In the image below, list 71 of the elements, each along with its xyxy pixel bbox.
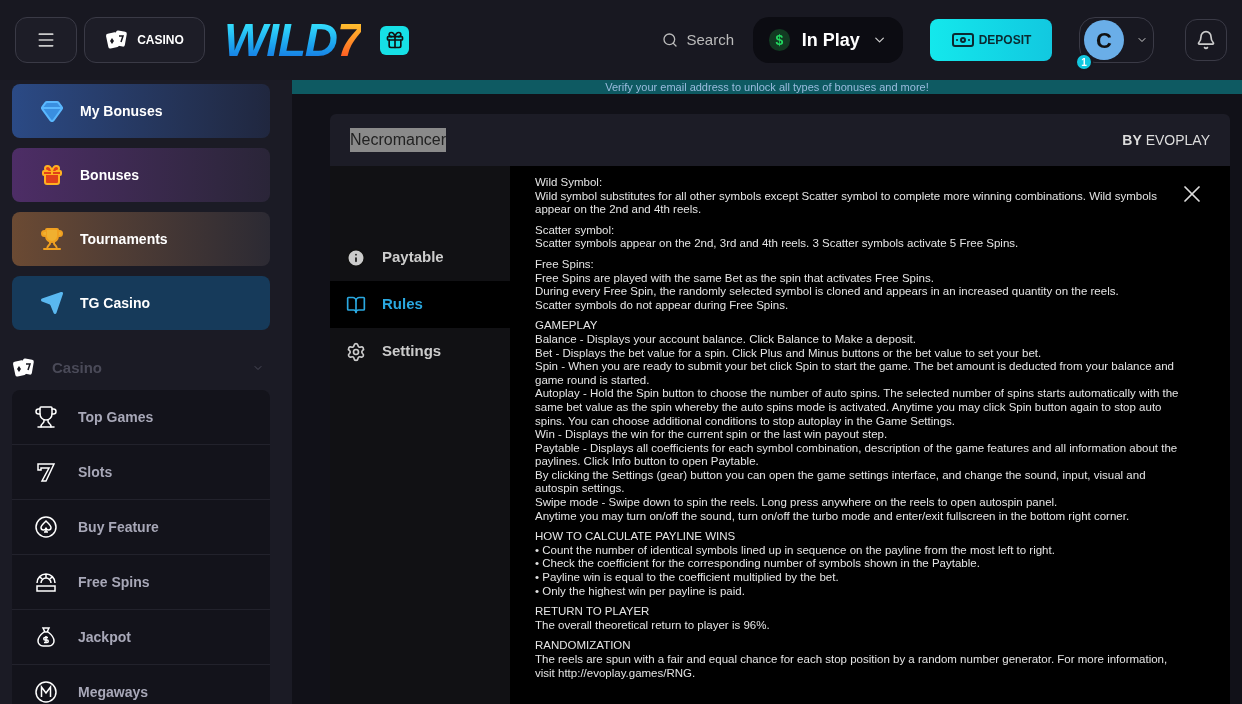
rules-text: • Count the number of identical symbols lined up in sequence on the payline from the most left to right. [535,543,1056,558]
search-icon [662,32,679,48]
rules-menu-tab[interactable]: Rules [330,281,510,328]
menu-button[interactable] [15,17,77,63]
balance-label: In Play [801,28,860,52]
rules-text: Paytable - Displays all coefficients for each symbol combination, description of the game features and all information about the paylines. Click Info button to open Paytable. [535,441,1179,469]
rules-text: Free Spins are played with the same Bet as the spin that activates Free Spins. [535,271,935,286]
gift-icon [40,163,64,187]
m-circle-icon [34,680,58,704]
rules-text: • Only the highest win per payline is paid. [535,584,746,599]
rules-text: Anytime you may turn on/off the sound, turn on/off the turbo mode and enter/exit fullscreen in the bottom right corner. [535,509,1131,524]
balance-dropdown[interactable]: $ In Play [753,17,903,63]
notifications-button[interactable] [1185,19,1227,61]
gift-icon [384,30,405,50]
rules-text: Spin - When you are ready to submit your bet click Spin to start the game. The bet amount is deducted from your balance and game round is started. [535,360,1176,388]
rules-menu-tab[interactable]: Paytable [330,234,510,281]
rules-menu-tab[interactable]: Settings [330,328,510,375]
banner-text: Verify your email address to unlock all types of bonuses and more! [605,80,929,94]
rules-text: Balance - Displays your account balance. Click Balance to Make a deposit. [535,332,917,347]
menu-item[interactable]: Top Games [12,390,270,445]
paper-plane-icon [40,291,64,315]
promo-menu-item[interactable]: Tournaments [12,212,270,266]
rules-heading: RETURN TO PLAYER [535,605,651,619]
rules-text: • Check the coefficient for the corresponding number of symbols shown in the Paytable. [535,557,981,572]
trophy-icon [34,405,58,429]
bell-icon [1196,30,1216,50]
rules-text: By clicking the Settings (gear) button you can open the game settings interface, and change the sound, input, visual and autospin settings. [535,468,1147,497]
rules-heading: HOW TO CALCULATE PAYLINE WINS [535,530,737,544]
rules-text: Bet - Displays the bet value for a spin. Click Plus and Minus buttons or the bet value to set your bet. [535,346,1043,361]
seven-icon [34,460,58,484]
settings-icon [346,341,366,362]
rules-text: The reels are spun with a fair and equal chance for each stop position by a random number generator. For more information, visit http://evoplay.games/RNG. [535,653,1169,681]
rules-text: Swipe mode - Swipe down to spin the reels. Long press anywhere on the reels to open autospin panel. [535,496,1059,510]
rules-text: The overall theoretical return to player is 96%. [535,618,771,633]
rules-heading: Scatter symbol: [535,223,616,238]
menu-item[interactable]: Slots [12,445,270,500]
currency-symbol: $ [769,29,790,51]
menu-icon [36,30,56,50]
search-button[interactable]: Search [662,28,734,52]
game-title: Necromancer [350,128,447,152]
money-bag-icon [34,625,58,649]
rules-text: • Payline win is equal to the coefficient multiplied by the bet. [535,571,840,585]
rules-text: Wild symbol substitutes for all other symbols except Scatter symbol to complete more winning combinations. Wild symbols appear on the 2nd and 4th reels. [535,189,1158,217]
menu-item[interactable]: Buy Feature [12,500,270,555]
rules-text: Scatter symbols do not appear during Free Spins. [535,298,790,313]
trophy-icon [40,227,64,251]
deposit-button[interactable]: DEPOSIT [930,19,1052,61]
rules-text: Scatter symbols appear on the 2nd, 3rd and 4th reels. 3 Scatter symbols activate 5 Free Spins. [535,237,1020,251]
menu-item[interactable]: Megaways [12,665,270,704]
avatar: C [1084,20,1124,60]
casino-button[interactable]: CASINO [84,17,205,63]
rules-text: During every Free Spin, the randomly selected symbol is cloned and appears in an increased quantity on the reels. [535,285,1120,299]
promo-menu-item[interactable]: My Bonuses [12,84,270,138]
spade-circle-icon [34,515,58,539]
promo-menu-item[interactable]: Bonuses [12,148,270,202]
diamond-icon [40,99,64,123]
book-icon [346,294,366,315]
rules-heading: RANDOMIZATION [535,639,632,653]
provider-label: BY EVOPLAY [1122,130,1210,150]
menu-item[interactable]: Jackpot [12,610,270,665]
rules-heading: Free Spins: [535,257,595,272]
rules-heading: GAMEPLAY [535,319,599,333]
rules-heading: Wild Symbol: [535,176,604,190]
gift-button[interactable] [380,25,410,55]
verify-banner[interactable]: Verify your email address to unlock all types of bonuses and more! [292,80,1242,94]
menu-item[interactable]: Free Spins [12,555,270,610]
notification-badge: 1 [1075,53,1093,71]
rules-text: Autoplay - Hold the Spin button to choose the number of auto spins. The selected number of spins starts automatically with the same bet value as the spin whereby the auto spins mode is activated. Anytime you may click Spin button again to stop auto spins. You can choose additional conditions to stop autoplay in the Game Settings. [535,387,1180,429]
free-spin-wheel-icon [34,570,58,594]
rules-text: Win - Displays the win for the current spin or the last win payout step. [535,428,889,442]
info-icon [346,247,366,268]
